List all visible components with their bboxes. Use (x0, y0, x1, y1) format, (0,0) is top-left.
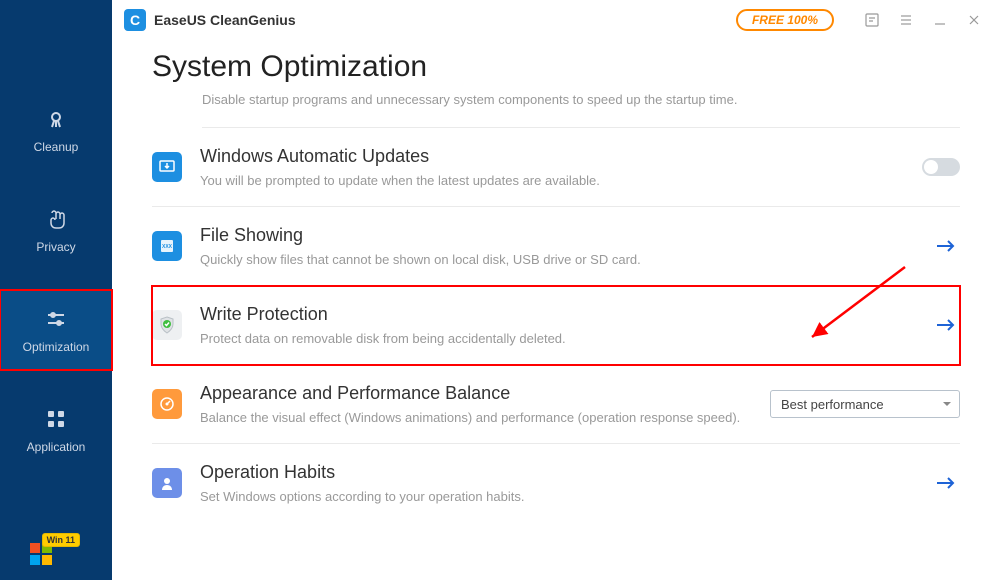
win11-tag: Win 11 (42, 533, 80, 547)
item-control (932, 315, 960, 335)
main-panel: C EaseUS CleanGenius FREE 100% System Op… (112, 0, 1000, 580)
app-title: EaseUS CleanGenius (154, 12, 296, 28)
titlebar: C EaseUS CleanGenius FREE 100% (112, 0, 1000, 40)
content-area: System Optimization Disable startup prog… (112, 40, 1000, 580)
sidebar: Cleanup Privacy Optimization Application… (0, 0, 112, 580)
feedback-button[interactable] (858, 6, 886, 34)
item-desc: Set Windows options according to your op… (200, 489, 932, 504)
item-appearance-performance: Appearance and Performance Balance Balan… (152, 365, 960, 444)
performance-dropdown[interactable]: Best performance (770, 390, 960, 418)
item-title: Write Protection (200, 304, 932, 325)
gauge-icon (152, 389, 182, 419)
item-title: Appearance and Performance Balance (200, 383, 770, 404)
free-badge[interactable]: FREE 100% (736, 9, 834, 31)
item-title: Operation Habits (200, 462, 932, 483)
apps-icon (43, 406, 69, 432)
item-control: Best performance (770, 390, 960, 418)
menu-button[interactable] (892, 6, 920, 34)
item-file-showing: XXX File Showing Quickly show files that… (152, 207, 960, 286)
page-title: System Optimization (152, 50, 960, 84)
file-hidden-icon: XXX (152, 231, 182, 261)
item-body: Write Protection Protect data on removab… (200, 304, 932, 346)
item-desc: Quickly show files that cannot be shown … (200, 252, 932, 267)
page-subtitle: Disable startup programs and unnecessary… (202, 92, 960, 128)
item-body: Windows Automatic Updates You will be pr… (200, 146, 922, 188)
win-badge-area: Win 11 (30, 543, 52, 565)
sidebar-item-label: Cleanup (34, 140, 79, 154)
operation-habits-arrow[interactable] (932, 473, 960, 493)
sliders-icon (43, 306, 69, 332)
monitor-download-icon (152, 152, 182, 182)
sidebar-item-label: Privacy (36, 240, 75, 254)
dropdown-label: Best performance (781, 397, 884, 412)
item-control (922, 158, 960, 176)
item-title: File Showing (200, 225, 932, 246)
sidebar-item-privacy[interactable]: Privacy (0, 190, 112, 270)
auto-updates-toggle[interactable] (922, 158, 960, 176)
svg-text:XXX: XXX (162, 244, 173, 250)
windows-logo: Win 11 (30, 543, 52, 565)
shield-check-icon (152, 310, 182, 340)
gear-head-icon (152, 468, 182, 498)
file-showing-arrow[interactable] (932, 236, 960, 256)
sidebar-item-label: Application (27, 440, 86, 454)
item-body: Appearance and Performance Balance Balan… (200, 383, 770, 425)
item-control (932, 236, 960, 256)
hand-icon (43, 206, 69, 232)
item-write-protection: Write Protection Protect data on removab… (152, 286, 960, 365)
item-title: Windows Automatic Updates (200, 146, 922, 167)
item-body: File Showing Quickly show files that can… (200, 225, 932, 267)
sidebar-item-application[interactable]: Application (0, 390, 112, 470)
item-desc: Balance the visual effect (Windows anima… (200, 410, 770, 425)
item-body: Operation Habits Set Windows options acc… (200, 462, 932, 504)
sidebar-item-optimization[interactable]: Optimization (0, 290, 112, 370)
sidebar-item-label: Optimization (23, 340, 90, 354)
close-button[interactable] (960, 6, 988, 34)
item-desc: Protect data on removable disk from bein… (200, 331, 932, 346)
item-auto-updates: Windows Automatic Updates You will be pr… (152, 128, 960, 207)
minimize-button[interactable] (926, 6, 954, 34)
item-operation-habits: Operation Habits Set Windows options acc… (152, 444, 960, 522)
broom-icon (43, 106, 69, 132)
sidebar-item-cleanup[interactable]: Cleanup (0, 90, 112, 170)
item-desc: You will be prompted to update when the … (200, 173, 922, 188)
write-protection-arrow[interactable] (932, 315, 960, 335)
item-control (932, 473, 960, 493)
app-logo-icon: C (124, 9, 146, 31)
